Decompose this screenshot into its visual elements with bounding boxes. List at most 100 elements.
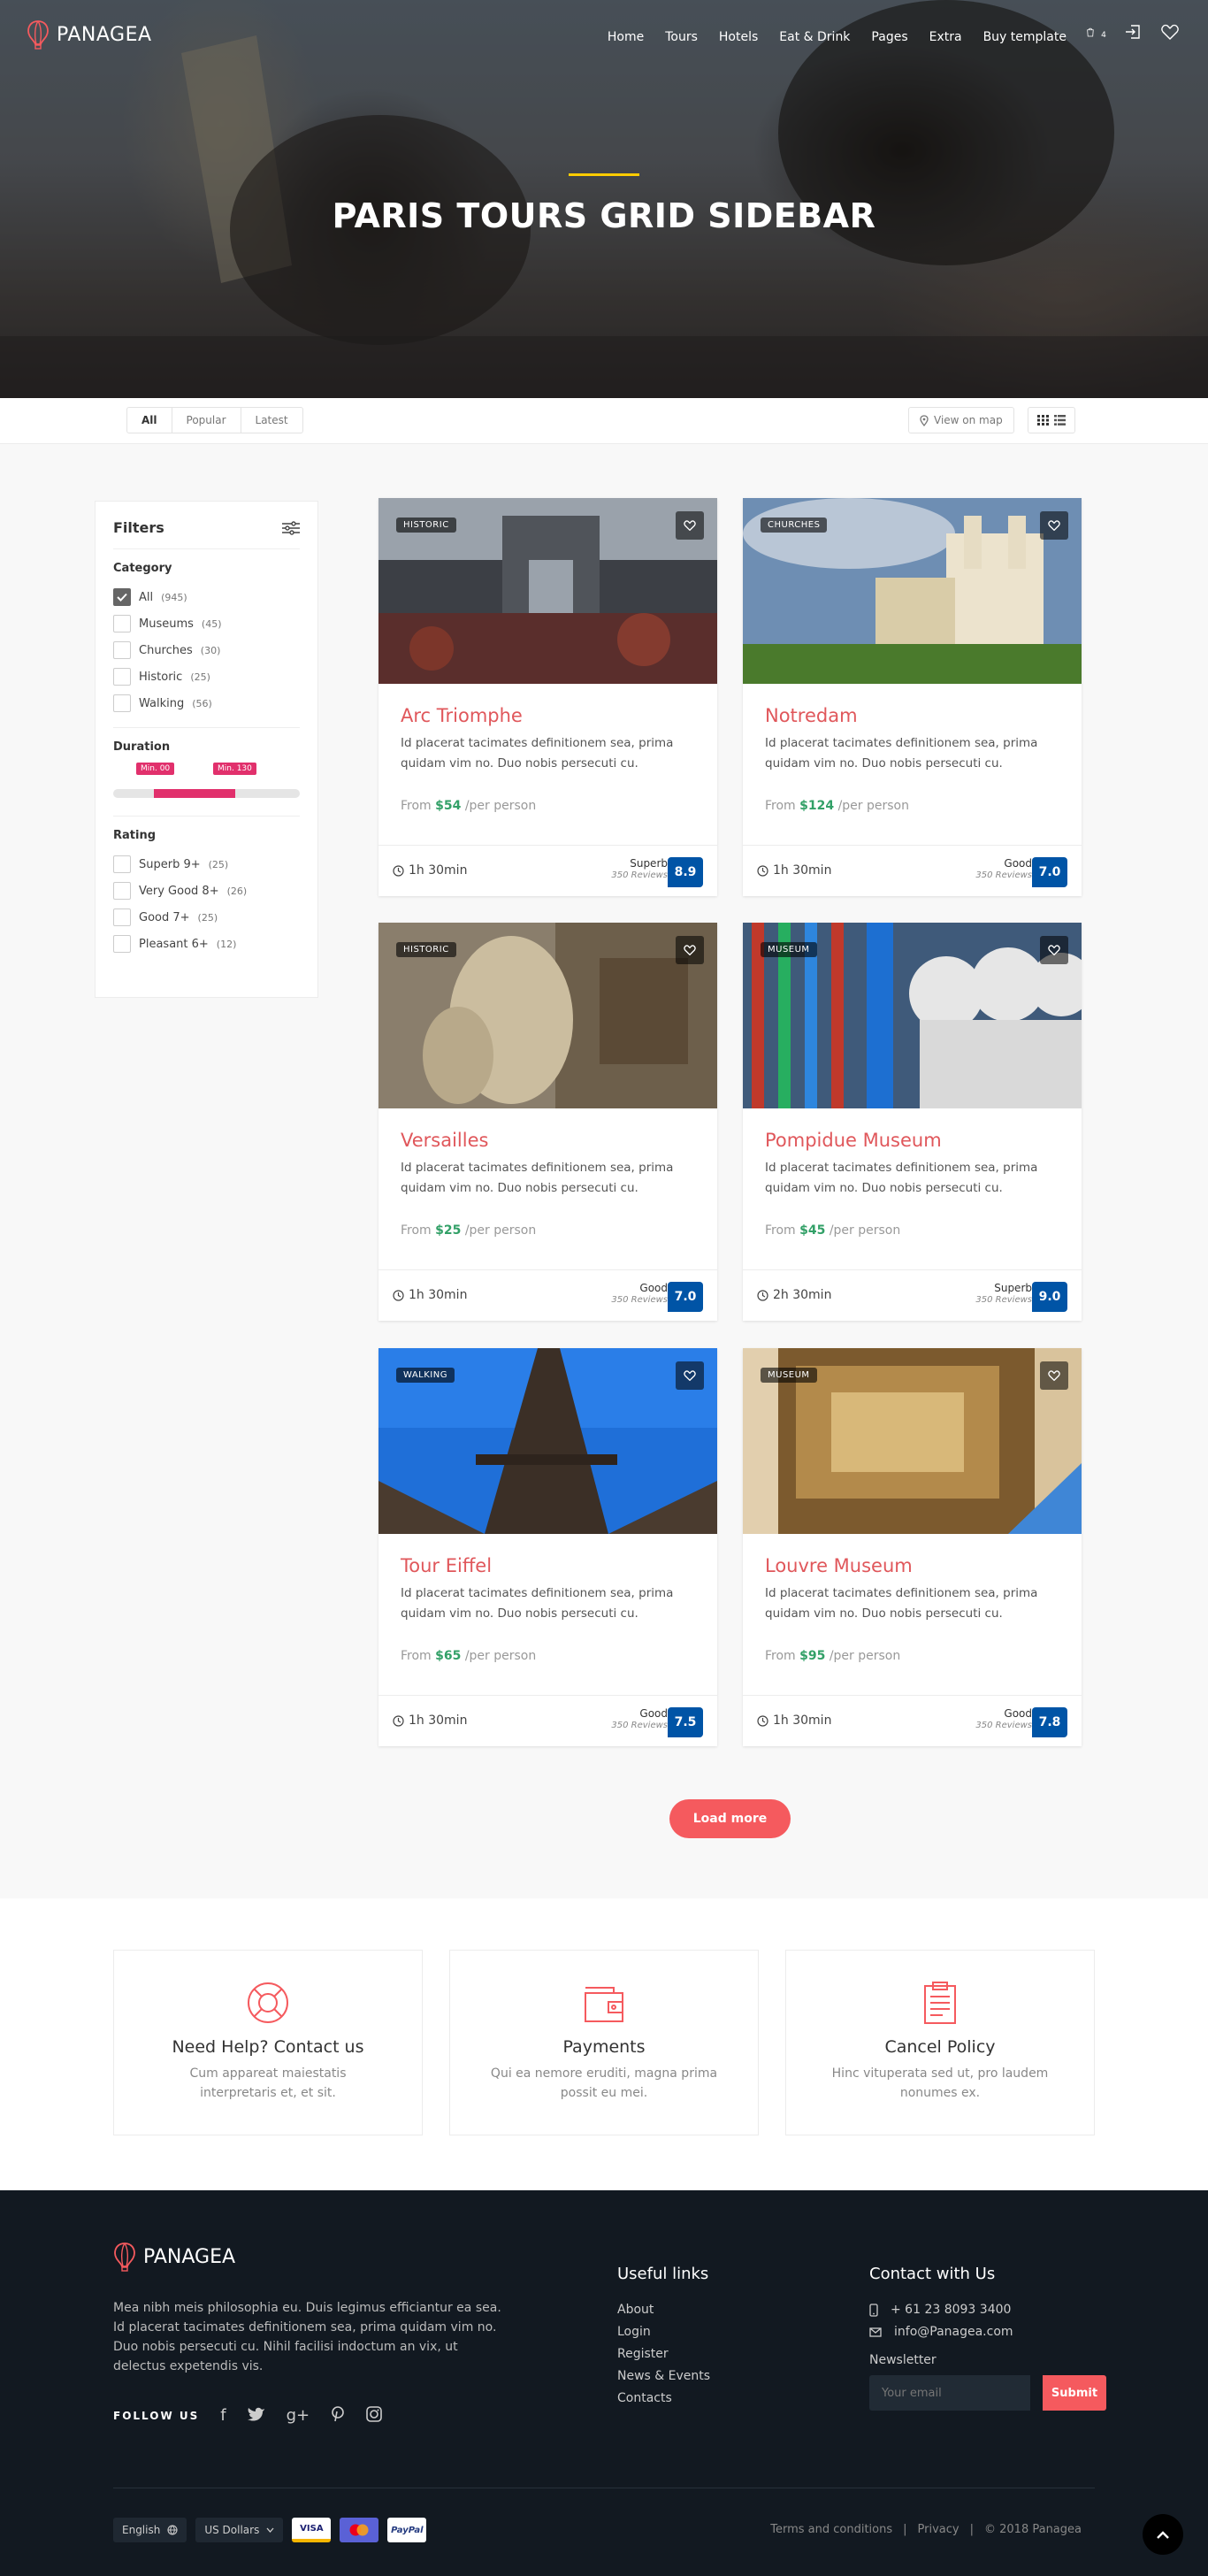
pinterest-icon[interactable]	[331, 2406, 345, 2422]
checkbox[interactable]	[113, 882, 131, 900]
nav-item-hotels[interactable]: Hotels	[717, 28, 760, 46]
category-option-museums[interactable]: Museums (45)	[113, 610, 300, 637]
tour-title[interactable]: Tour Eiffel	[401, 1555, 492, 1576]
duration-slider[interactable]: Min. 00 Min. 130	[113, 763, 300, 798]
instagram-icon[interactable]	[366, 2406, 382, 2422]
contact-title: Contact with Us	[869, 2265, 996, 2283]
lifebuoy-icon	[248, 1982, 288, 2023]
tour-title[interactable]: Versailles	[401, 1130, 488, 1151]
tour-title[interactable]: Notredam	[765, 705, 858, 726]
tour-card-footer: 1h 30min Good 350 Reviews 7.0	[378, 1269, 717, 1321]
contact-email[interactable]: info@Panagea.com	[869, 2325, 1106, 2339]
tour-price: From $45 /per person	[765, 1223, 901, 1238]
privacy-link[interactable]: Privacy	[918, 2523, 960, 2536]
tab-all[interactable]: All	[127, 408, 172, 433]
feature-title: Need Help? Contact us	[172, 2037, 364, 2057]
cart-icon[interactable]: 4	[1086, 22, 1106, 42]
sliders-icon[interactable]	[282, 520, 300, 535]
checkbox[interactable]	[113, 855, 131, 873]
tour-duration: 1h 30min	[393, 1288, 467, 1302]
wishlist-heart-icon[interactable]	[1040, 511, 1068, 540]
grid-view-icon[interactable]	[1037, 415, 1049, 426]
footer-link-contacts[interactable]: Contacts	[617, 2391, 710, 2405]
category-option-historic[interactable]: Historic (25)	[113, 663, 300, 690]
nav-item-eat-drink[interactable]: Eat & Drink	[777, 28, 852, 46]
view-on-map-button[interactable]: View on map	[908, 407, 1014, 433]
wishlist-heart-icon[interactable]	[676, 1361, 704, 1390]
tour-image[interactable]: CHURCHES	[743, 498, 1082, 684]
tour-category-tag: HISTORIC	[396, 942, 456, 957]
newsletter-submit-button[interactable]: Submit	[1043, 2375, 1106, 2411]
back-to-top-button[interactable]	[1143, 2514, 1183, 2555]
list-view-icon[interactable]	[1054, 415, 1066, 426]
tour-title[interactable]: Pompidue Museum	[765, 1130, 942, 1151]
terms-link[interactable]: Terms and conditions	[770, 2523, 892, 2536]
twitter-icon[interactable]	[247, 2406, 265, 2422]
currency-select[interactable]: US Dollars	[195, 2518, 284, 2542]
footer-logo[interactable]: PANAGEA	[113, 2242, 235, 2272]
footer-link-about[interactable]: About	[617, 2303, 710, 2317]
nav-item-tours[interactable]: Tours	[663, 28, 700, 46]
rating-option-superb[interactable]: Superb 9+ (25)	[113, 851, 300, 878]
tour-image[interactable]: HISTORIC	[378, 498, 717, 684]
google-plus-icon[interactable]: g+	[287, 2406, 310, 2425]
tab-latest[interactable]: Latest	[241, 408, 302, 433]
newsletter-email-input[interactable]	[869, 2375, 1030, 2411]
tour-card[interactable]: MUSEUM Pompidue Museum Id placerat tacim…	[743, 923, 1082, 1321]
checkbox[interactable]	[113, 935, 131, 953]
clock-icon	[757, 1289, 768, 1301]
tour-description: Id placerat tacimates definitionem sea, …	[401, 1161, 674, 1195]
tour-card[interactable]: MUSEUM Louvre Museum Id placerat tacimat…	[743, 1348, 1082, 1746]
tour-card[interactable]: CHURCHES Notredam Id placerat tacimates …	[743, 498, 1082, 896]
category-option-walking[interactable]: Walking (56)	[113, 690, 300, 717]
heart-icon[interactable]	[1160, 22, 1180, 42]
tour-title[interactable]: Arc Triomphe	[401, 705, 523, 726]
tour-card[interactable]: HISTORIC Versailles Id placerat tacimate…	[378, 923, 717, 1321]
tour-price: From $65 /per person	[401, 1649, 537, 1663]
category-label: Walking	[139, 696, 185, 710]
footer-link-news-events[interactable]: News & Events	[617, 2369, 710, 2383]
category-option-all[interactable]: All (945)	[113, 584, 300, 610]
nav-item-home[interactable]: Home	[606, 28, 646, 46]
nav-item-buy-template[interactable]: Buy template	[982, 28, 1068, 46]
checkbox[interactable]	[113, 641, 131, 659]
tour-card[interactable]: HISTORIC Arc Triomphe Id placerat tacima…	[378, 498, 717, 896]
rating-option-very-good[interactable]: Very Good 8+ (26)	[113, 878, 300, 904]
footer-link-register[interactable]: Register	[617, 2347, 710, 2361]
chevron-down-icon	[266, 2527, 274, 2533]
rating-option-pleasant[interactable]: Pleasant 6+ (12)	[113, 931, 300, 957]
contact-column: Contact with Us + 61 23 8093 3400 info@P…	[869, 2265, 1106, 2419]
checkbox[interactable]	[113, 668, 131, 686]
logo[interactable]: PANAGEA	[27, 19, 152, 50]
wishlist-heart-icon[interactable]	[676, 511, 704, 540]
wishlist-heart-icon[interactable]	[1040, 1361, 1068, 1390]
contact-phone[interactable]: + 61 23 8093 3400	[869, 2303, 1106, 2317]
language-select[interactable]: English	[113, 2518, 187, 2542]
rating-option-good[interactable]: Good 7+ (25)	[113, 904, 300, 931]
checkbox[interactable]	[113, 588, 131, 606]
nav-item-extra[interactable]: Extra	[928, 28, 964, 46]
tour-title[interactable]: Louvre Museum	[765, 1555, 913, 1576]
load-more-button[interactable]: Load more	[669, 1799, 791, 1838]
tab-popular[interactable]: Popular	[172, 408, 241, 433]
wishlist-heart-icon[interactable]	[1040, 936, 1068, 964]
feature-box-help[interactable]: Need Help? Contact us Cum appareat maies…	[113, 1950, 423, 2135]
feature-box-cancel-policy[interactable]: Cancel Policy Hinc vituperata sed ut, pr…	[785, 1950, 1095, 2135]
category-option-churches[interactable]: Churches (30)	[113, 637, 300, 663]
nav-item-pages[interactable]: Pages	[869, 28, 909, 46]
tour-image[interactable]: WALKING	[378, 1348, 717, 1534]
footer-link-login[interactable]: Login	[617, 2325, 710, 2339]
tour-image[interactable]: MUSEUM	[743, 1348, 1082, 1534]
login-icon[interactable]	[1123, 22, 1143, 42]
wishlist-heart-icon[interactable]	[676, 936, 704, 964]
checkbox[interactable]	[113, 908, 131, 926]
tour-image[interactable]: HISTORIC	[378, 923, 717, 1108]
facebook-icon[interactable]: f	[220, 2406, 226, 2425]
checkbox[interactable]	[113, 694, 131, 712]
useful-links: Useful links About Login Register News &…	[617, 2265, 710, 2413]
tour-card[interactable]: WALKING Tour Eiffel Id placerat tacimate…	[378, 1348, 717, 1746]
feature-box-payments[interactable]: Payments Qui ea nemore eruditi, magna pr…	[449, 1950, 759, 2135]
checkbox[interactable]	[113, 615, 131, 632]
tour-duration: 1h 30min	[393, 1714, 467, 1728]
tour-image[interactable]: MUSEUM	[743, 923, 1082, 1108]
